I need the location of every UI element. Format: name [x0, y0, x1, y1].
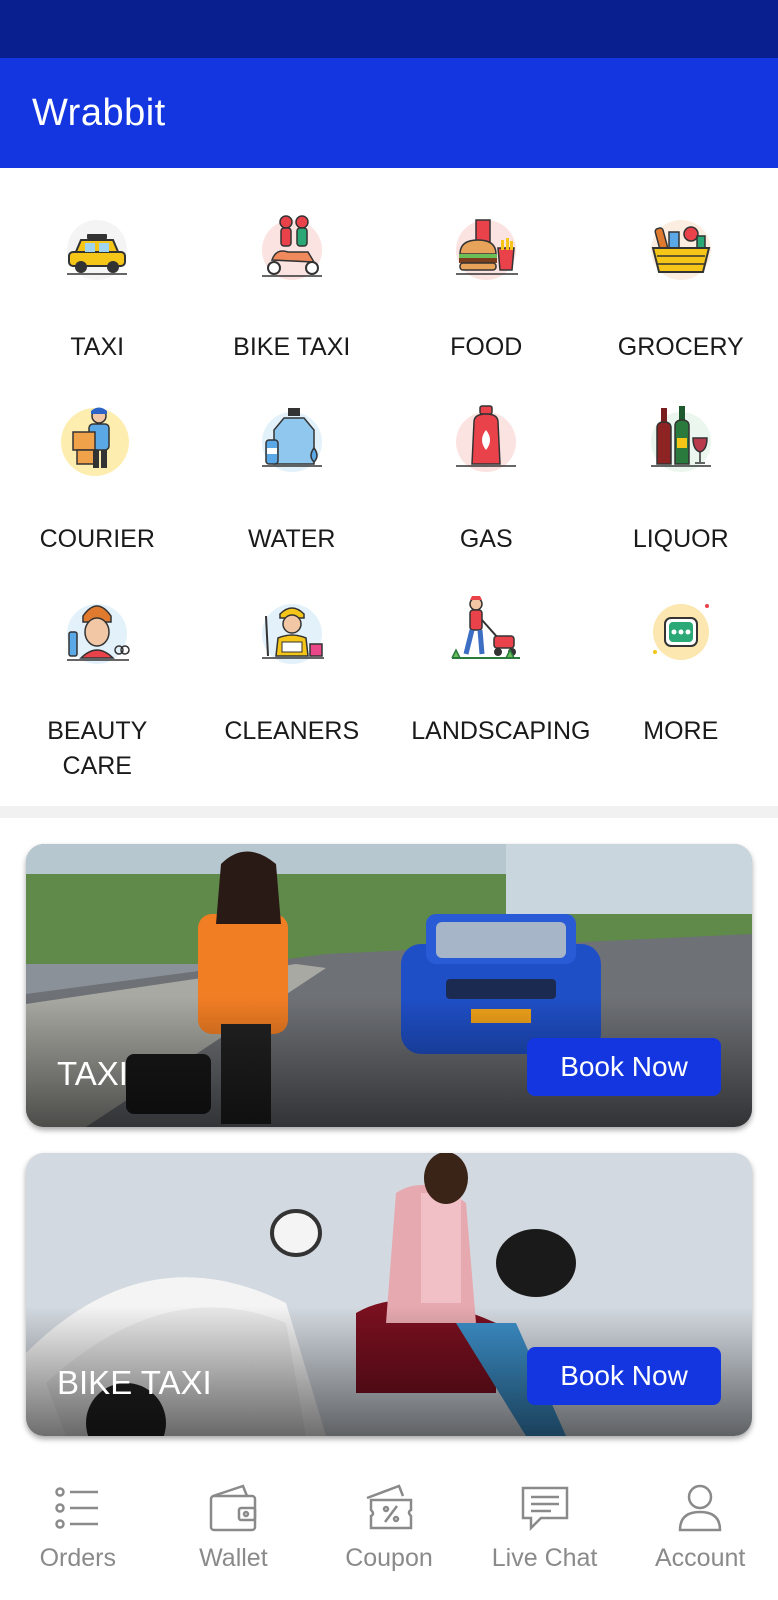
nav-wallet[interactable]: Wallet	[156, 1460, 312, 1600]
app-title: Wrabbit	[32, 91, 166, 134]
category-more[interactable]: MORE	[584, 592, 778, 822]
category-label: COURIER	[39, 525, 155, 553]
user-icon	[678, 1484, 722, 1532]
nav-label: Orders	[39, 1544, 116, 1572]
banner-title: TAXI	[57, 1055, 128, 1092]
nav-label: Coupon	[345, 1544, 433, 1572]
bottom-navigation: Orders Wallet Coupon Live Chat Account	[0, 1460, 778, 1600]
more-dots-icon	[652, 604, 709, 660]
category-label: GAS	[459, 525, 513, 553]
category-gas[interactable]: GAS	[389, 400, 584, 592]
nav-live-chat[interactable]: Live Chat	[467, 1460, 623, 1600]
category-label: BIKE TAXI	[233, 333, 351, 361]
coupon-icon	[366, 1484, 413, 1530]
list-icon	[55, 1487, 98, 1529]
banner-taxi[interactable]: TAXI Book Now	[26, 844, 752, 1127]
wine-bottles-icon	[650, 406, 711, 472]
category-label: CLEANERS	[224, 717, 360, 745]
status-bar	[0, 0, 778, 58]
banner-title: BIKE TAXI	[57, 1364, 212, 1401]
category-grid: TAXI BIKE TAXI FOOD GROCERY COURIER WATE…	[0, 168, 778, 806]
nav-label: Account	[655, 1544, 746, 1572]
water-bottle-icon	[261, 408, 322, 472]
beauty-care-icon	[67, 604, 130, 664]
nav-account[interactable]: Account	[622, 1460, 778, 1600]
category-label: LIQUOR	[632, 525, 729, 553]
nav-orders[interactable]: Orders	[0, 1460, 156, 1600]
category-landscaping[interactable]: LANDSCAPING	[389, 592, 591, 822]
category-bike-taxi[interactable]: BIKE TAXI	[195, 208, 390, 400]
lawn-mower-icon	[451, 596, 521, 659]
category-courier[interactable]: COURIER	[0, 400, 195, 592]
app-bar: Wrabbit	[0, 58, 778, 168]
category-label: GROCERY	[617, 333, 744, 361]
gas-cylinder-icon	[456, 405, 517, 472]
burger-fries-icon	[456, 219, 519, 280]
category-beauty-care[interactable]: BEAUTY CARE	[0, 592, 195, 822]
category-label: TAXI	[70, 333, 125, 361]
scooter-riders-icon	[261, 215, 322, 280]
category-food[interactable]: FOOD	[389, 208, 584, 400]
taxi-icon	[67, 220, 128, 280]
category-grocery[interactable]: GROCERY	[584, 208, 778, 400]
section-divider	[0, 806, 778, 818]
nav-label: Wallet	[199, 1544, 268, 1572]
category-water[interactable]: WATER	[195, 400, 390, 592]
book-now-button[interactable]: Book Now	[527, 1038, 721, 1096]
category-label: BEAUTY CARE	[47, 717, 148, 780]
category-label: MORE	[643, 717, 719, 745]
nav-label: Live Chat	[491, 1544, 598, 1572]
category-label: FOOD	[450, 333, 523, 361]
category-liquor[interactable]: LIQUOR	[584, 400, 778, 592]
grocery-basket-icon	[650, 220, 711, 280]
banner-bike-taxi[interactable]: BIKE TAXI Book Now	[26, 1153, 752, 1436]
chat-icon	[521, 1486, 568, 1532]
wallet-icon	[210, 1484, 257, 1532]
courier-delivery-icon	[61, 407, 130, 476]
book-now-button[interactable]: Book Now	[527, 1347, 721, 1405]
category-cleaners[interactable]: CLEANERS	[195, 592, 390, 822]
category-taxi[interactable]: TAXI	[0, 208, 195, 400]
nav-coupon[interactable]: Coupon	[311, 1460, 467, 1600]
category-label: WATER	[248, 525, 336, 553]
cleaner-icon	[261, 604, 324, 664]
category-label: LANDSCAPING	[411, 717, 591, 745]
